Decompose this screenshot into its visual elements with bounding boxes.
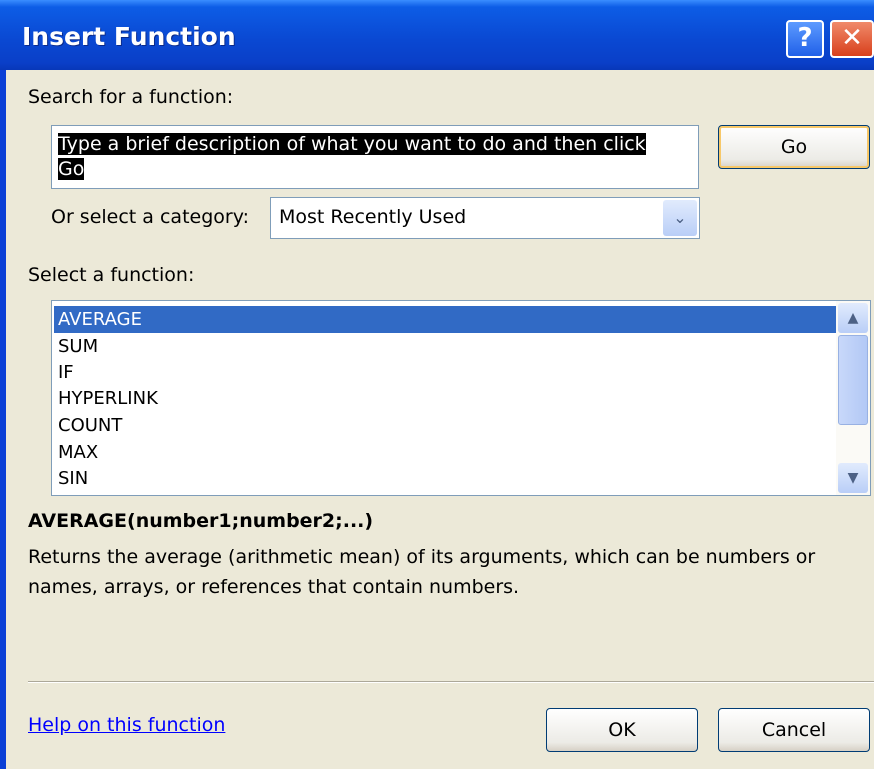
chevron-down-icon[interactable]: ⌄	[663, 200, 697, 236]
list-item[interactable]: SUM	[58, 333, 838, 360]
list-item[interactable]: SIN	[58, 465, 838, 492]
vertical-scrollbar[interactable]: ▲ ▼	[836, 301, 870, 495]
cancel-button[interactable]: Cancel	[718, 708, 870, 752]
go-button[interactable]: Go	[718, 125, 870, 169]
ok-button[interactable]: OK	[546, 708, 698, 752]
close-icon[interactable]: ✕	[830, 20, 874, 58]
function-signature: AVERAGE(number1;number2;...)	[28, 510, 374, 532]
list-item[interactable]: HYPERLINK	[58, 385, 838, 412]
category-select[interactable]: Most Recently Used ⌄	[270, 197, 700, 239]
scroll-up-icon[interactable]: ▲	[838, 303, 868, 333]
category-selected-value: Most Recently Used	[279, 206, 467, 228]
function-list[interactable]: AVERAGE SUM IF HYPERLINK COUNT MAX SIN ▲…	[51, 300, 871, 496]
title-bar[interactable]: Insert Function ? ✕	[0, 0, 874, 70]
footer-divider	[28, 681, 874, 683]
list-item[interactable]: COUNT	[58, 412, 838, 439]
function-list-label: Select a function:	[28, 264, 195, 286]
help-on-function-link[interactable]: Help on this function	[28, 714, 225, 736]
list-item[interactable]: AVERAGE	[54, 306, 838, 333]
search-input-value: Type a brief description of what you wan…	[58, 133, 646, 180]
function-description: Returns the average (arithmetic mean) of…	[28, 546, 816, 598]
search-label: Search for a function:	[28, 86, 234, 108]
dialog-title: Insert Function	[22, 22, 236, 51]
insert-function-dialog: Insert Function ? ✕ Search for a functio…	[0, 0, 874, 769]
dialog-body: Search for a function: Type a brief desc…	[6, 70, 874, 769]
search-input[interactable]: Type a brief description of what you wan…	[51, 125, 699, 189]
scroll-down-icon[interactable]: ▼	[838, 463, 868, 493]
category-label: Or select a category:	[51, 206, 249, 228]
help-icon[interactable]: ?	[786, 20, 824, 58]
scroll-thumb[interactable]	[838, 335, 868, 425]
list-item[interactable]: MAX	[58, 439, 838, 466]
list-item[interactable]: IF	[58, 359, 838, 386]
